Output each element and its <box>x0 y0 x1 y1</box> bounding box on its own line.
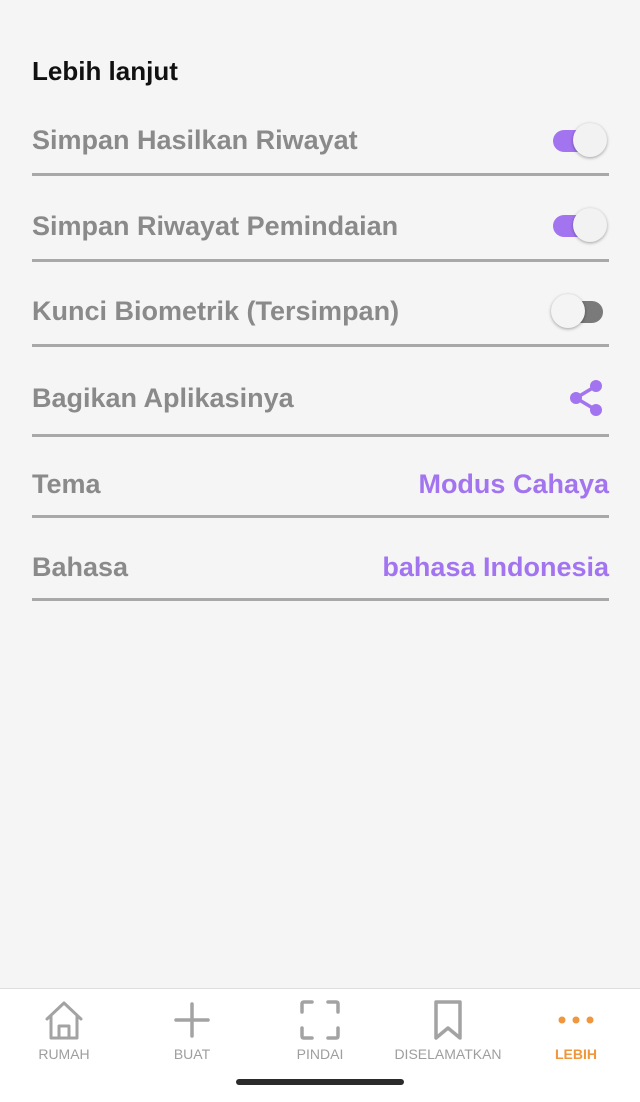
setting-save-generate-history[interactable]: Simpan Hasilkan Riwayat <box>32 108 609 176</box>
setting-theme[interactable]: Tema Modus Cahaya <box>32 454 609 518</box>
nav-scan[interactable]: PINDAI <box>256 997 384 1067</box>
plus-icon <box>174 1002 210 1038</box>
save-scan-history-toggle[interactable] <box>551 206 607 246</box>
setting-language[interactable]: Bahasa bahasa Indonesia <box>32 536 609 601</box>
setting-label: Simpan Hasilkan Riwayat <box>32 125 358 155</box>
nav-label: LEBIH <box>555 1046 597 1062</box>
home-icon <box>45 1001 83 1040</box>
setting-label: Bahasa <box>32 551 129 582</box>
toggle-thumb <box>573 122 607 157</box>
section-title: Lebih lanjut <box>32 56 178 86</box>
biometric-lock-toggle[interactable] <box>551 292 607 332</box>
nav-label: RUMAH <box>38 1046 90 1062</box>
nav-create[interactable]: BUAT <box>128 997 256 1067</box>
nav-label: DISELAMATKAN <box>394 1046 502 1062</box>
setting-share-app[interactable]: Bagikan Aplikasinya <box>32 362 609 437</box>
language-value[interactable]: bahasa Indonesia <box>382 552 609 583</box>
setting-save-scan-history[interactable]: Simpan Riwayat Pemindaian <box>32 193 609 262</box>
nav-saved[interactable]: DISELAMATKAN <box>384 997 512 1067</box>
theme-value[interactable]: Modus Cahaya <box>418 469 609 500</box>
nav-more[interactable]: LEBIH <box>512 997 640 1067</box>
more-dots-icon <box>558 1016 594 1024</box>
scan-frame-icon <box>300 1000 340 1040</box>
nav-label: PINDAI <box>296 1046 344 1062</box>
setting-biometric-lock[interactable]: Kunci Biometrik (Tersimpan) <box>32 279 609 347</box>
home-indicator[interactable] <box>236 1079 404 1085</box>
setting-label: Tema <box>32 469 101 499</box>
setting-label: Kunci Biometrik (Tersimpan) <box>32 296 400 326</box>
bookmark-icon <box>434 1000 462 1040</box>
nav-label: BUAT <box>173 1046 211 1062</box>
settings-screen: Lebih lanjut Simpan Hasilkan Riwayat Sim… <box>0 0 640 1102</box>
toggle-thumb <box>573 208 607 242</box>
share-icon[interactable] <box>567 379 605 417</box>
setting-label: Simpan Riwayat Pemindaian <box>32 210 399 241</box>
toggle-thumb <box>551 293 585 328</box>
save-generate-history-toggle[interactable] <box>551 121 607 161</box>
setting-label: Bagikan Aplikasinya <box>32 382 294 413</box>
nav-home[interactable]: RUMAH <box>0 997 128 1067</box>
